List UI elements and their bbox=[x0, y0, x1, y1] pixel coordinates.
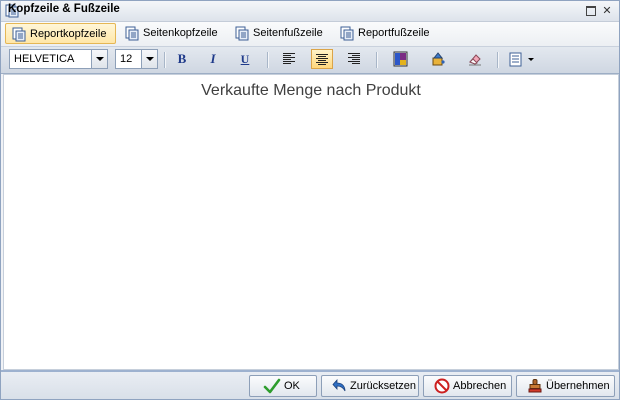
align-left-button[interactable] bbox=[278, 49, 300, 69]
underline-label: U bbox=[240, 52, 250, 66]
toolbar-separator bbox=[267, 52, 269, 68]
header-editor[interactable]: Verkaufte Menge nach Produkt bbox=[3, 74, 619, 370]
button-bar: OK Zurücksetzen Abbrechen Übernehmen bbox=[1, 370, 619, 399]
header-doc-icon bbox=[12, 27, 26, 42]
reset-label: Zurücksetzen bbox=[350, 380, 417, 392]
bold-button[interactable]: B bbox=[171, 49, 193, 69]
window-title: Kopfzeile & Fußzeile bbox=[8, 3, 120, 15]
tab-bar: Reportkopfzeile Seitenkopfzeile Seitenfu… bbox=[1, 22, 619, 46]
align-right-icon bbox=[348, 53, 360, 64]
toolbar-separator bbox=[376, 52, 378, 68]
tab-label: Seitenfußzeile bbox=[253, 27, 323, 39]
header-doc-icon bbox=[125, 26, 139, 41]
tab-seitenkopfzeile[interactable]: Seitenkopfzeile bbox=[119, 23, 225, 44]
align-left-icon bbox=[283, 53, 295, 64]
cancel-label: Abbrechen bbox=[453, 380, 507, 392]
close-icon: ✕ bbox=[602, 4, 612, 17]
tab-label: Reportkopfzeile bbox=[30, 28, 107, 40]
chevron-down-icon[interactable] bbox=[91, 50, 107, 68]
align-center-icon bbox=[316, 54, 328, 65]
font-size-select[interactable]: 12 bbox=[115, 49, 158, 69]
font-family-select[interactable]: HELVETICA bbox=[9, 49, 108, 69]
checkmark-icon bbox=[263, 378, 281, 394]
toolbar-separator bbox=[497, 52, 499, 68]
tab-label: Reportfußzeile bbox=[358, 27, 430, 39]
undo-arrow-icon bbox=[332, 378, 346, 392]
tab-reportfusszeile[interactable]: Reportfußzeile bbox=[334, 23, 438, 44]
background-color-button[interactable] bbox=[427, 49, 449, 69]
stamp-icon bbox=[528, 379, 542, 393]
bold-label: B bbox=[177, 51, 187, 66]
cancel-button[interactable]: Abbrechen bbox=[423, 375, 512, 397]
insert-field-dropdown[interactable] bbox=[506, 49, 538, 69]
close-button[interactable]: ✕ bbox=[601, 5, 613, 17]
clear-format-button[interactable] bbox=[464, 49, 486, 69]
chevron-down-icon[interactable] bbox=[141, 50, 157, 68]
font-size-value: 12 bbox=[120, 53, 133, 65]
dialog-window: Kopfzeile & Fußzeile ✕ Reportkopfzeile S… bbox=[0, 0, 620, 400]
apply-label: Übernehmen bbox=[546, 380, 610, 392]
underline-button[interactable]: U bbox=[234, 49, 256, 69]
cancel-icon bbox=[434, 378, 450, 394]
eraser-icon bbox=[469, 54, 481, 66]
italic-label: I bbox=[210, 51, 216, 66]
maximize-button[interactable] bbox=[585, 5, 597, 17]
font-family-value: HELVETICA bbox=[14, 53, 75, 65]
tab-label: Seitenkopfzeile bbox=[143, 27, 218, 39]
tab-reportkopfzeile[interactable]: Reportkopfzeile bbox=[5, 23, 116, 44]
align-right-button[interactable] bbox=[343, 49, 365, 69]
italic-button[interactable]: I bbox=[202, 49, 224, 69]
toolbar-separator bbox=[164, 52, 166, 68]
ok-button[interactable]: OK bbox=[249, 375, 317, 397]
header-text[interactable]: Verkaufte Menge nach Produkt bbox=[4, 82, 618, 100]
maximize-icon bbox=[586, 6, 596, 16]
reset-button[interactable]: Zurücksetzen bbox=[321, 375, 419, 397]
text-color-button[interactable] bbox=[390, 49, 412, 69]
ok-label: OK bbox=[284, 380, 300, 392]
title-bar[interactable]: Kopfzeile & Fußzeile ✕ bbox=[1, 1, 619, 22]
tab-seitenfusszeile[interactable]: Seitenfußzeile bbox=[229, 23, 331, 44]
insert-field-icon bbox=[509, 52, 534, 67]
footer-doc-icon bbox=[235, 26, 249, 41]
text-color-icon bbox=[393, 51, 408, 67]
align-center-button[interactable] bbox=[311, 49, 333, 69]
format-toolbar: HELVETICA 12 B I U bbox=[1, 46, 619, 74]
apply-button[interactable]: Übernehmen bbox=[516, 375, 615, 397]
footer-doc-icon bbox=[340, 26, 354, 41]
fill-bucket-icon bbox=[432, 52, 445, 66]
